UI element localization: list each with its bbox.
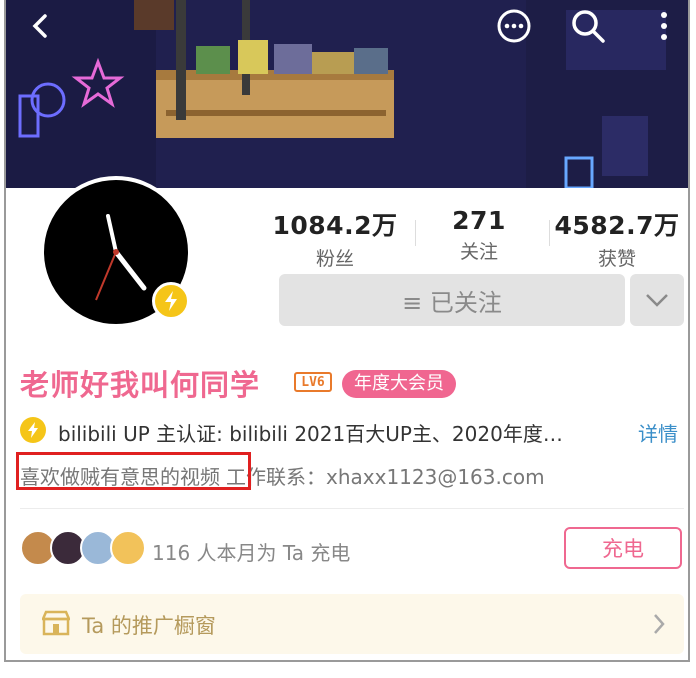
message-button[interactable] (492, 4, 536, 48)
search-button[interactable] (566, 4, 610, 48)
likes-label: 获赞 (597, 248, 636, 270)
profile-screen: 1084.2万 粉丝 271 关注 4582.7万 获赞 ≡ 已关注 老师好我叫… (4, 0, 690, 662)
stat-divider (549, 220, 550, 246)
stat-followers[interactable]: 1084.2万 粉丝 (270, 206, 400, 271)
verification-text: bilibili UP 主认证: bilibili 2021百大UP主、2020… (58, 422, 563, 446)
details-link[interactable]: 详情 (638, 418, 678, 447)
chevron-down-icon (646, 294, 668, 307)
more-vertical-icon (661, 12, 667, 40)
shop-icon (42, 610, 70, 636)
vip-badge: 年度大会员 (342, 370, 456, 398)
chevron-right-icon (654, 614, 665, 634)
stat-following[interactable]: 271 关注 (414, 206, 544, 264)
lightning-icon (152, 282, 190, 320)
followers-label: 粉丝 (315, 248, 354, 270)
chevron-left-icon (32, 14, 47, 38)
username: 老师好我叫何同学 (20, 368, 261, 402)
level-badge: LV6 (294, 372, 332, 392)
following-count: 271 (452, 206, 506, 235)
more-button[interactable] (642, 4, 686, 48)
likes-count: 4582.7万 (554, 211, 680, 240)
following-label: 关注 (459, 241, 498, 263)
profile-banner (6, 0, 688, 188)
follow-options-button[interactable] (630, 274, 684, 326)
verified-lightning-icon (20, 417, 46, 443)
divider (20, 508, 684, 509)
charge-button[interactable]: 充电 (564, 527, 682, 569)
supporter-avatar[interactable] (110, 530, 146, 566)
chat-bubble-icon (497, 9, 531, 43)
followers-count: 1084.2万 (272, 211, 398, 240)
charge-count-text[interactable]: 116 人本月为 Ta 充电 (152, 537, 350, 566)
shop-label: Ta 的推广橱窗 (82, 614, 216, 638)
followed-button[interactable]: ≡ 已关注 (279, 274, 625, 326)
highlight-box (16, 452, 251, 490)
promo-shop-window[interactable]: Ta 的推广橱窗 (20, 594, 684, 654)
search-icon (572, 10, 605, 43)
stat-likes[interactable]: 4582.7万 获赞 (552, 206, 682, 271)
back-button[interactable] (18, 4, 62, 48)
contact-text: 工作联系：xhaxx1123@163.com (226, 465, 545, 489)
